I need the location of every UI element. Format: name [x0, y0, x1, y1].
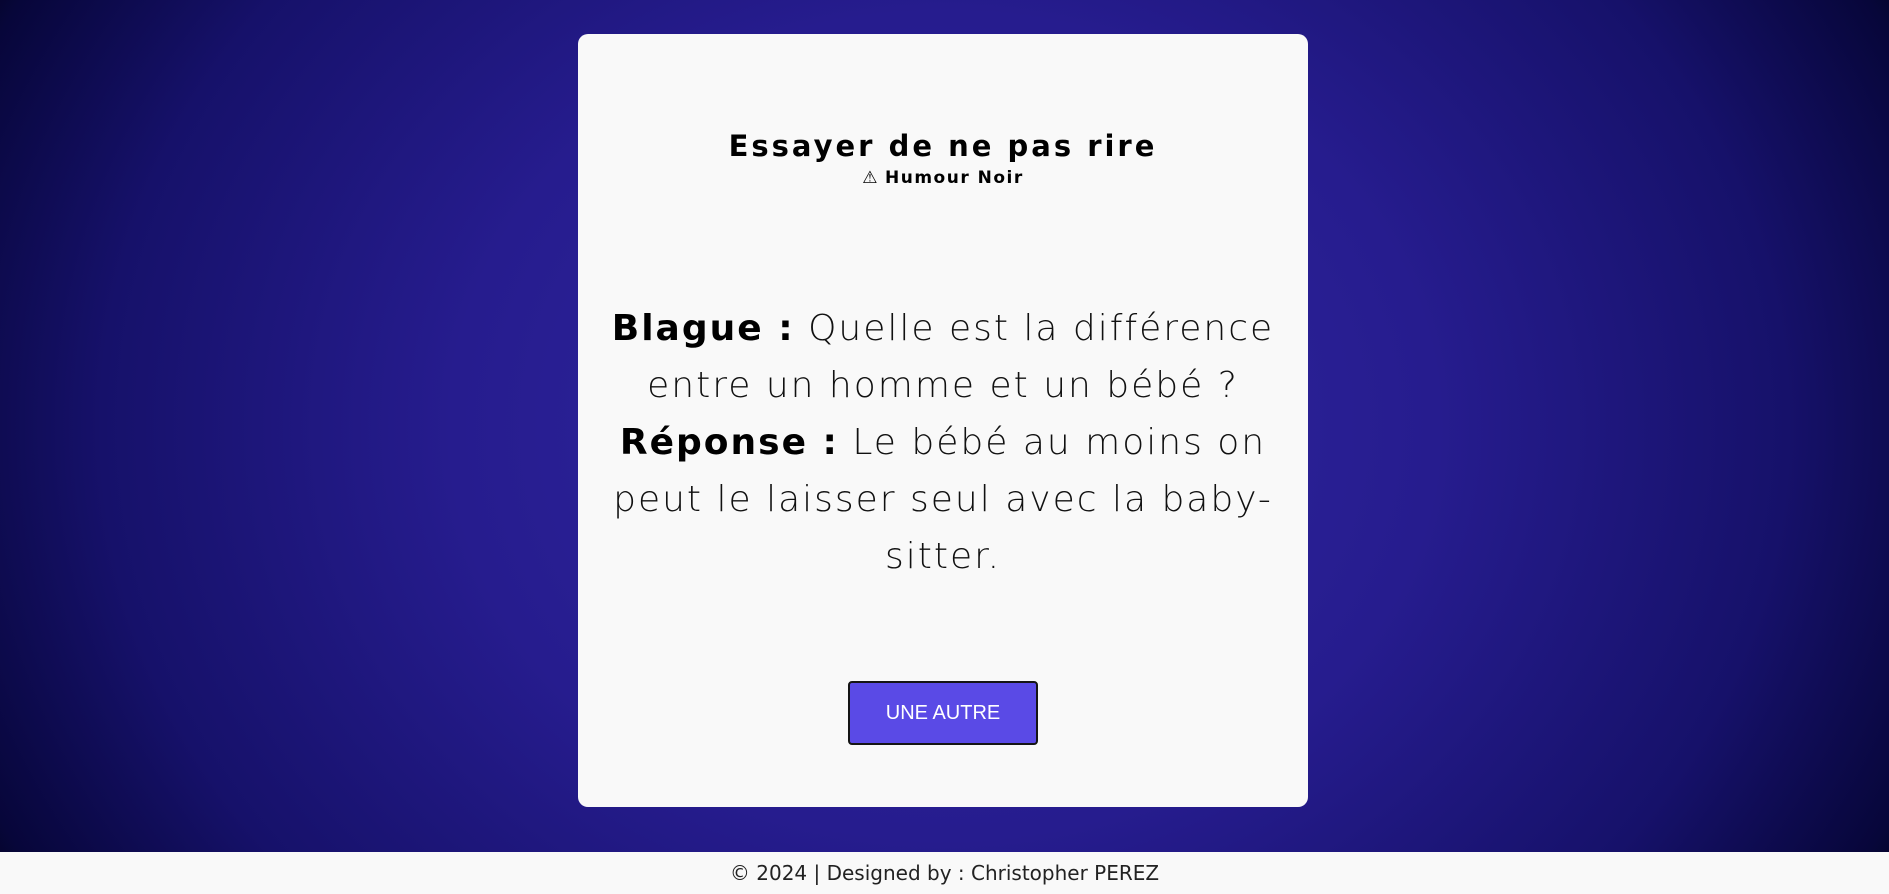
answer-label: Réponse :	[619, 422, 839, 463]
card-title: Essayer de ne pas rire	[728, 129, 1158, 163]
card-subtitle: ⚠ Humour Noir	[578, 167, 1308, 189]
subtitle-label: Humour Noir	[885, 168, 1024, 188]
joke-card: Essayer de ne pas rire ⚠ Humour Noir Blag…	[578, 34, 1308, 807]
warning-icon: ⚠	[862, 168, 879, 188]
another-joke-button[interactable]: UNE AUTRE	[848, 681, 1038, 745]
footer-text: © 2024 | Designed by : Christopher PEREZ	[729, 861, 1160, 885]
joke-question: Blague : Quelle est la différence entre …	[608, 300, 1278, 414]
footer: © 2024 | Designed by : Christopher PEREZ	[0, 852, 1889, 894]
joke-answer: Réponse : Le bébé au moins on peut le la…	[608, 414, 1278, 585]
question-label: Blague :	[611, 308, 795, 349]
joke-text: Blague : Quelle est la différence entre …	[608, 300, 1278, 585]
